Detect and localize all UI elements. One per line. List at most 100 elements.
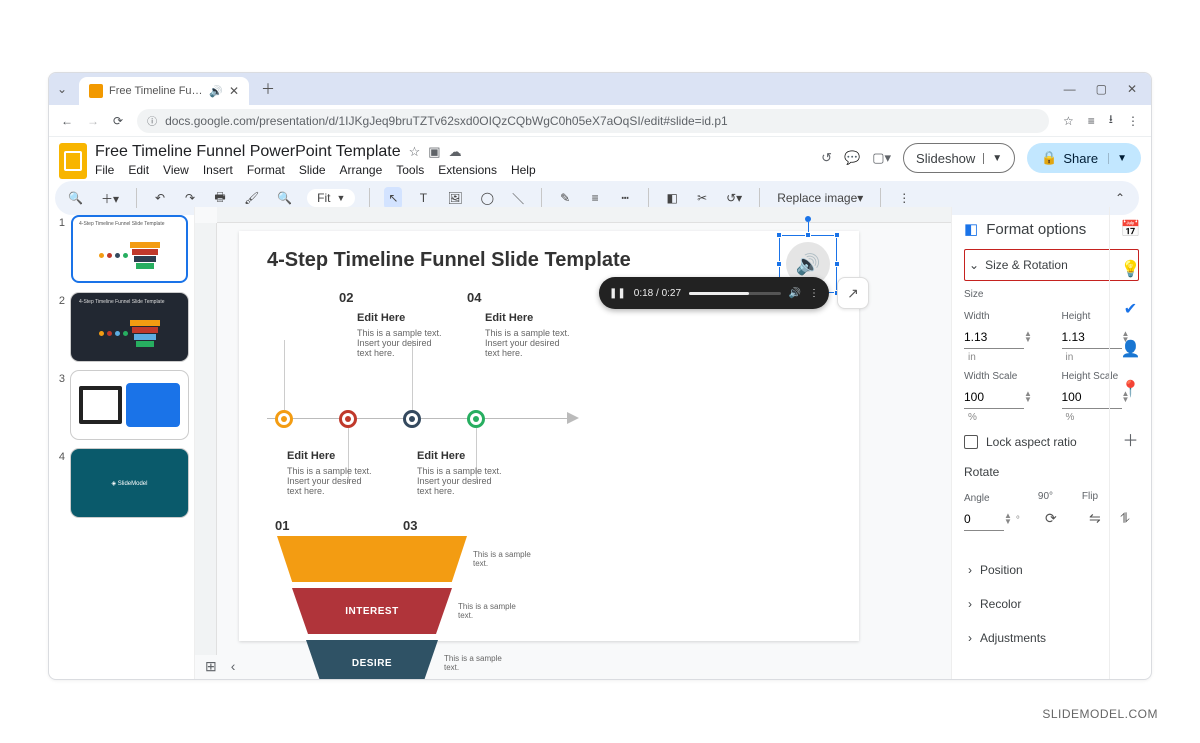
move-icon[interactable]: ▣ [428,144,440,160]
rotate-90-icon[interactable]: ⟳ [1038,505,1064,531]
redo-icon[interactable]: ↷ [181,187,199,209]
volume-icon[interactable]: 🔊 [789,288,801,299]
bookmark-star-icon[interactable]: ☆ [1063,114,1074,128]
media-menu-icon[interactable]: ⋮ [809,288,819,299]
zoom-icon[interactable]: 🔍 [274,187,295,209]
nav-forward-icon[interactable]: → [87,114,99,128]
tab-list-chevron-icon[interactable]: ⌄ [57,82,71,96]
slideshow-button[interactable]: Slideshow ▼ [903,143,1015,173]
textbox-icon[interactable]: T [414,187,432,209]
contacts-icon[interactable]: 👤 [1121,339,1141,359]
nav-back-icon[interactable]: ← [61,114,73,128]
slideshow-dropdown-icon[interactable]: ▼ [983,153,1002,164]
doc-title[interactable]: Free Timeline Funnel PowerPoint Template [95,143,401,161]
menu-edit[interactable]: Edit [128,163,149,177]
line-icon[interactable]: ＼ [509,187,527,209]
window-maximize-icon[interactable]: ▢ [1096,82,1107,96]
mask-icon[interactable]: ◧ [663,187,681,209]
crop-icon[interactable]: ✂ [693,187,711,209]
new-slide-icon[interactable]: ＋▾ [98,187,122,209]
step-text-01: This is a sample text. Insert your desir… [287,466,377,496]
slide-title: 4-Step Timeline Funnel Slide Template [267,249,831,272]
menu-extensions[interactable]: Extensions [438,163,497,177]
menu-slide[interactable]: Slide [299,163,326,177]
meet-icon[interactable]: ▢▾ [872,150,891,166]
window-minimize-icon[interactable]: — [1064,82,1076,96]
lock-aspect-checkbox[interactable] [964,435,978,449]
menu-format[interactable]: Format [247,163,285,177]
history-icon[interactable]: ↺ [821,150,832,166]
slide-thumb-4[interactable]: ◈ SlideModel [71,449,188,517]
print-icon[interactable]: 🖶 [211,187,229,209]
border-color-icon[interactable]: ✎ [556,187,574,209]
ruler-vertical[interactable] [195,223,217,655]
chevron-right-icon: › [968,597,972,611]
tab-close-icon[interactable]: ✕ [229,84,239,98]
undo-icon[interactable]: ↶ [151,187,169,209]
tab-audio-icon[interactable]: 🔊 [209,85,223,98]
media-scrubber[interactable] [689,292,781,295]
slide-thumb-3[interactable] [71,371,188,439]
window-close-icon[interactable]: ✕ [1127,82,1137,96]
border-weight-icon[interactable]: ≡ [586,187,604,209]
slide-thumb-2[interactable]: 4-Step Timeline Funnel Slide Template [71,293,188,361]
menu-tools[interactable]: Tools [396,163,424,177]
menu-arrange[interactable]: Arrange [340,163,383,177]
tasks-icon[interactable]: ✔ [1124,299,1137,319]
keep-icon[interactable]: 💡 [1121,259,1141,279]
maps-icon[interactable]: 📍 [1121,379,1141,399]
slides-logo-icon[interactable] [59,143,87,179]
paint-format-icon[interactable]: 🖌 [241,187,262,209]
resize-handle[interactable] [834,261,840,267]
reading-list-icon[interactable]: ≡ [1088,114,1095,128]
collapse-toolbar-icon[interactable]: ⌃ [1111,187,1129,209]
share-button[interactable]: 🔒 Share ▼ [1027,143,1141,173]
width-scale-input[interactable] [964,385,1024,409]
search-icon[interactable]: 🔍 [65,187,86,209]
ruler-horizontal[interactable] [217,207,951,223]
resize-handle[interactable] [805,232,811,238]
download-icon[interactable]: ⭳ [1109,110,1113,131]
replace-image-dropdown[interactable]: Replace image ▾ [774,187,866,209]
slides-favicon-icon [89,84,103,98]
menu-view[interactable]: View [163,163,189,177]
funnel-stage-1 [277,536,467,582]
browser-window: ⌄ Free Timeline Funnel Powe… 🔊 ✕ ＋ — ▢ ✕… [48,72,1152,680]
resize-handle[interactable] [776,261,782,267]
resize-handle[interactable] [834,232,840,238]
slide-thumb-1[interactable]: 4-Step Timeline Funnel Slide Template [71,215,188,283]
reset-image-icon[interactable]: ↺▾ [723,187,745,209]
browser-tabbar: ⌄ Free Timeline Funnel Powe… 🔊 ✕ ＋ — ▢ ✕ [49,73,1151,105]
browser-menu-icon[interactable]: ⋮ [1127,114,1139,128]
select-tool-icon[interactable]: ↖ [384,187,402,209]
calendar-icon[interactable]: 📅 [1121,219,1141,239]
cloud-status-icon[interactable]: ☁ [449,144,462,160]
address-bar[interactable]: ⓘ docs.google.com/presentation/d/1IJKgJe… [137,109,1049,133]
explore-icon[interactable]: ‹ [231,658,236,674]
angle-input[interactable] [964,507,1004,531]
pause-icon[interactable]: ❚❚ [609,288,626,299]
comments-icon[interactable]: 💬 [844,150,860,166]
site-info-icon[interactable]: ⓘ [147,113,157,128]
resize-handle[interactable] [776,232,782,238]
grid-view-icon[interactable]: ⊞ [205,658,217,675]
flip-horizontal-icon[interactable]: ⇋ [1082,505,1108,531]
share-dropdown-icon[interactable]: ▼ [1108,153,1127,164]
add-on-plus-icon[interactable]: ＋ [1122,427,1138,451]
border-dash-icon[interactable]: ┅ [616,187,634,209]
shape-icon[interactable]: ◯ [478,187,497,209]
nav-reload-icon[interactable]: ⟳ [113,114,123,128]
menu-help[interactable]: Help [511,163,536,177]
star-icon[interactable]: ☆ [409,144,421,160]
image-icon[interactable]: 🖼 [444,187,465,209]
new-tab-button[interactable]: ＋ [261,79,275,99]
zoom-fit-dropdown[interactable]: Fit ▼ [307,189,355,207]
popout-icon[interactable]: ↗ [837,277,869,309]
menu-insert[interactable]: Insert [203,163,233,177]
browser-tab[interactable]: Free Timeline Funnel Powe… 🔊 ✕ [79,77,249,105]
step-edit-04: Edit Here [485,312,533,324]
rotate-handle[interactable] [805,216,811,222]
menu-file[interactable]: File [95,163,114,177]
width-input[interactable] [964,325,1024,349]
more-icon[interactable]: ⋮ [895,187,913,209]
